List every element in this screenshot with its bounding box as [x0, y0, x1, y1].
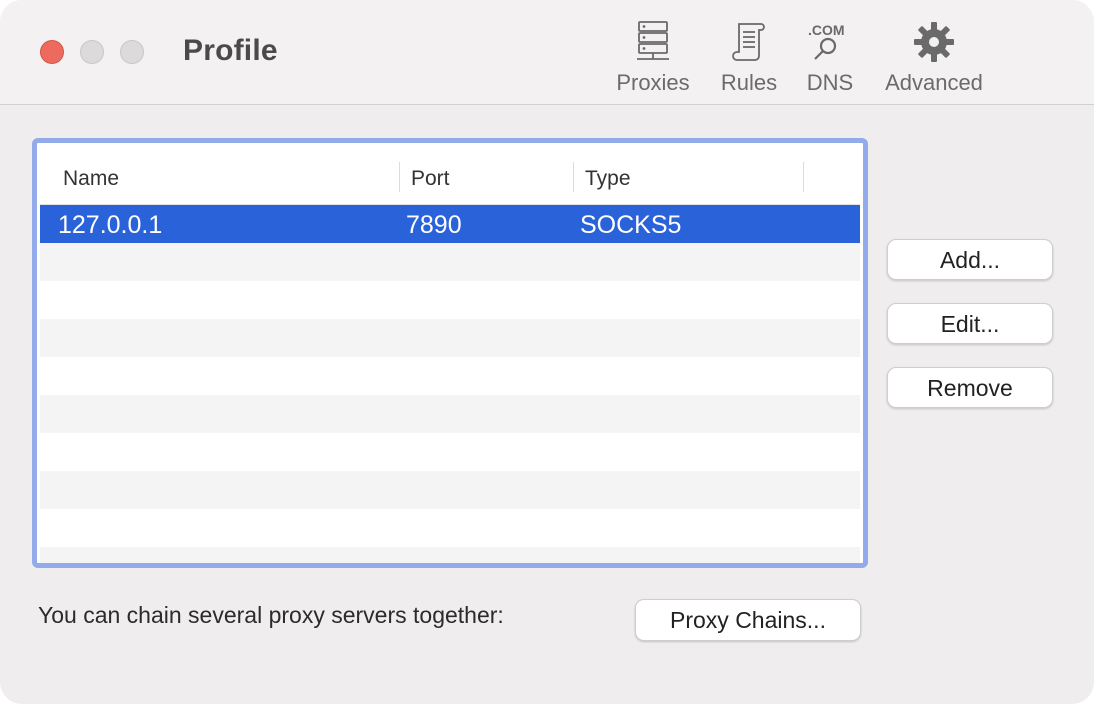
toolbar-proxies-label: Proxies [616, 70, 690, 95]
proxy-chains-button[interactable]: Proxy Chains... [635, 599, 861, 641]
window-title: Profile [183, 34, 278, 67]
empty-row [40, 433, 860, 471]
empty-row [40, 471, 860, 509]
column-header-type[interactable]: Type [585, 146, 631, 204]
empty-row [40, 357, 860, 395]
preferences-window: Profile Proxies Rules .COM DNS Advanced … [0, 0, 1094, 704]
minimize-window-button[interactable] [80, 40, 104, 64]
dns-icon-com-text: .COM [808, 22, 845, 38]
column-header-port[interactable]: Port [411, 146, 450, 204]
cell-port: 7890 [406, 211, 462, 239]
proxy-table[interactable]: Name Port Type 127.0.0.1 7890 SOCKS5 [32, 138, 868, 568]
toolbar-proxies[interactable]: Proxies [612, 20, 694, 96]
empty-row [40, 319, 860, 357]
empty-row [40, 395, 860, 433]
table-body: 127.0.0.1 7890 SOCKS5 [40, 205, 860, 563]
column-separator[interactable] [803, 162, 804, 192]
gear-icon [914, 22, 954, 62]
empty-row [40, 509, 860, 547]
cell-type: SOCKS5 [580, 211, 682, 239]
edit-button[interactable]: Edit... [887, 303, 1053, 344]
dns-magnifier-icon: .COM [808, 22, 845, 60]
toolbar-rules[interactable]: Rules [716, 20, 782, 96]
toolbar-advanced-label: Advanced [885, 70, 983, 95]
toolbar-advanced[interactable]: Advanced [880, 20, 988, 96]
column-separator[interactable] [573, 162, 574, 192]
toolbar-rules-label: Rules [720, 70, 778, 95]
scroll-document-icon [732, 23, 765, 61]
empty-row [40, 547, 860, 563]
toolbar-dns[interactable]: .COM DNS [802, 20, 858, 96]
table-row[interactable]: 127.0.0.1 7890 SOCKS5 [40, 205, 860, 243]
empty-row [40, 243, 860, 281]
server-stack-icon [637, 21, 669, 60]
proxy-chain-description: You can chain several proxy servers toge… [38, 602, 504, 628]
zoom-window-button[interactable] [120, 40, 144, 64]
add-button[interactable]: Add... [887, 239, 1053, 280]
column-header-name[interactable]: Name [63, 146, 119, 204]
close-window-button[interactable] [40, 40, 64, 64]
cell-name: 127.0.0.1 [58, 211, 163, 239]
table-header: Name Port Type [40, 146, 860, 205]
column-separator[interactable] [399, 162, 400, 192]
empty-row [40, 281, 860, 319]
toolbar-dns-label: DNS [806, 70, 854, 95]
remove-button[interactable]: Remove [887, 367, 1053, 408]
title-bar: Profile Proxies Rules .COM DNS Advanced [0, 0, 1094, 105]
